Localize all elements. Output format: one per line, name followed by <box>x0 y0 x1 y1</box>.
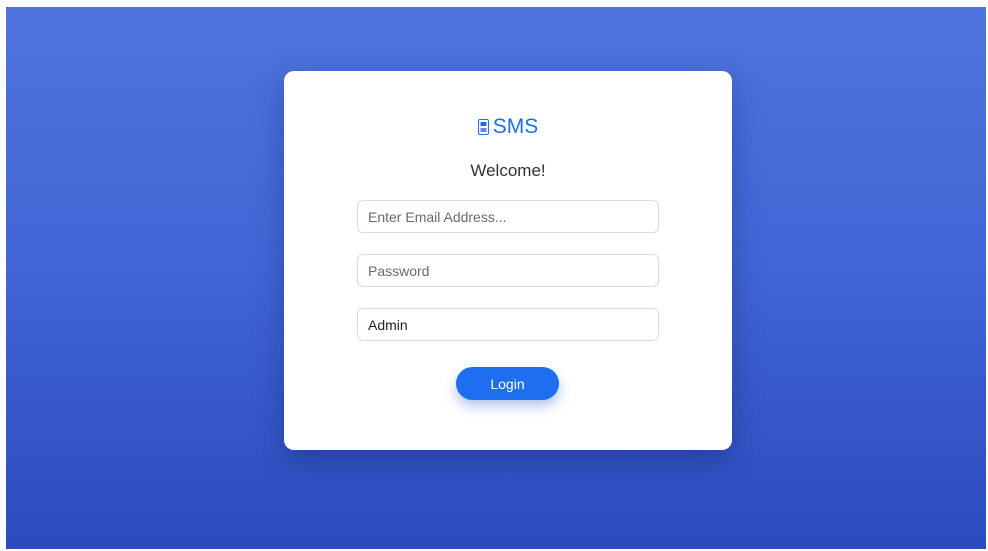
password-input[interactable] <box>357 254 659 287</box>
id-card-icon <box>477 119 489 135</box>
brand-name: SMS <box>492 115 539 138</box>
brand: SMS <box>284 115 732 139</box>
login-button[interactable]: Login <box>456 367 559 400</box>
page-background: SMS Welcome! Login <box>6 7 986 549</box>
role-input[interactable] <box>357 308 659 341</box>
welcome-heading: Welcome! <box>470 161 546 180</box>
email-input[interactable] <box>357 200 659 233</box>
login-card: SMS Welcome! Login <box>284 71 732 450</box>
